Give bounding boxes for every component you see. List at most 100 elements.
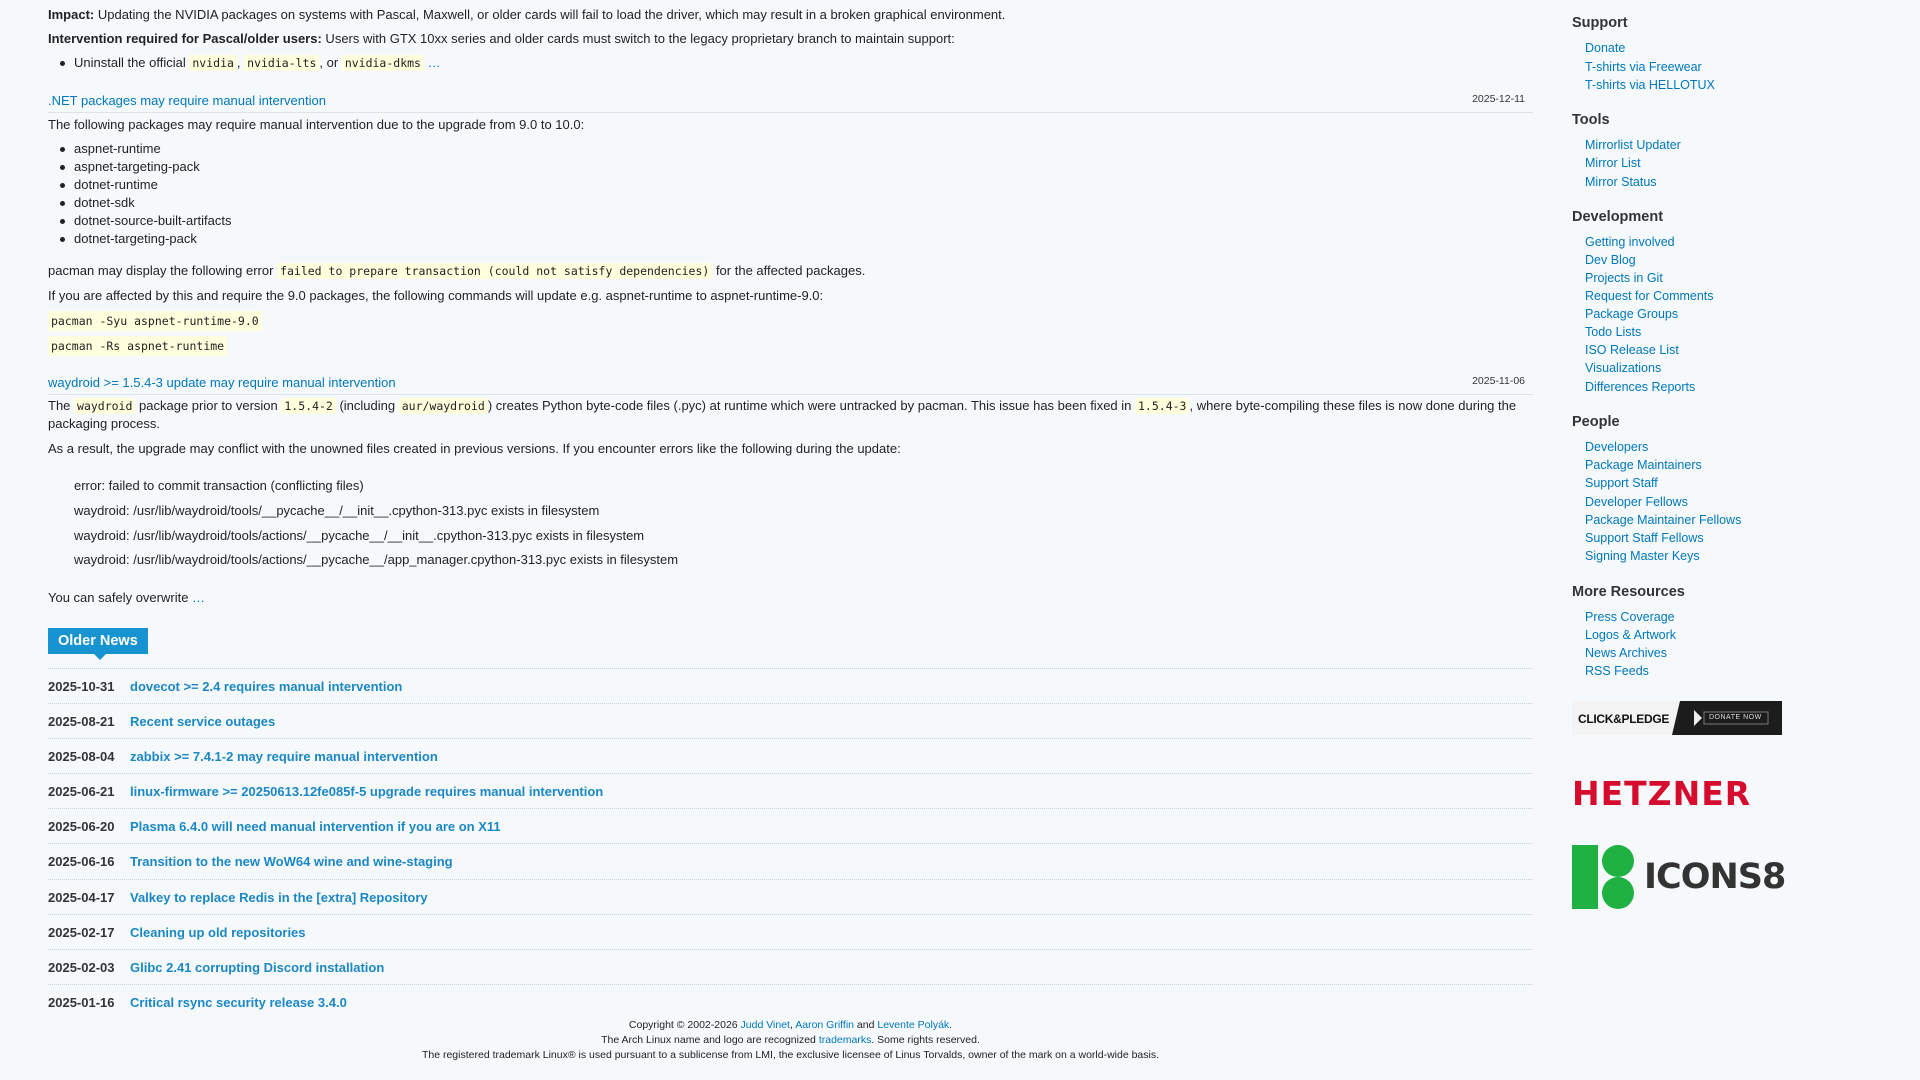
sidebar-heading-more-resources: More Resources [1572,584,1685,600]
sidebar-link[interactable]: T-shirts via HELLOTUX [1585,77,1715,95]
author-link[interactable]: Judd Vinet [741,1019,790,1031]
intervention-label: Intervention required for Pascal/older u… [48,31,322,46]
waydroid-para-1: The waydroid package prior to version 1.… [48,397,1533,433]
sidebar-link[interactable]: Package Groups [1585,306,1678,324]
dotnet-affected-para: If you are affected by this and require … [48,288,824,303]
news-link[interactable]: Glibc 2.41 corrupting Discord installati… [130,959,384,977]
uninstall-prefix: Uninstall the official [74,55,190,70]
sidebar-link[interactable]: RSS Feeds [1585,663,1649,681]
nvidia-uninstall-item: Uninstall the official nvidia, nvidia-lt… [60,54,441,72]
pkg-nvidia-dkms: nvidia-dkms [341,55,424,71]
impact-text: Updating the NVIDIA packages on systems … [94,7,1006,22]
news-link[interactable]: Critical rsync security release 3.4.0 [130,994,347,1012]
error-line: waydroid: /usr/lib/waydroid/tools/__pyca… [74,503,600,518]
command-2: pacman -Rs aspnet-runtime [48,336,228,357]
command-block: pacman -Rs aspnet-runtime [48,336,1533,357]
text: The Arch Linux name and logo are recogni… [601,1034,819,1046]
news-title-dotnet[interactable]: .NET packages may require manual interve… [48,92,326,110]
news-date: 2025-10-31 [48,679,115,694]
text: ) creates Python byte-code files (.pyc) … [487,398,1135,413]
trademarks-link[interactable]: trademarks [819,1034,872,1046]
text: The [48,398,75,413]
sidebar-link[interactable]: Donate [1585,40,1625,58]
pkg-nvidia: nvidia [189,55,237,71]
read-more-link[interactable]: … [424,55,441,70]
sidebar-link[interactable]: Logos & Artwork [1585,627,1676,645]
older-news-row: 2025-06-21 linux-firmware >= 20250613.12… [48,773,1533,809]
sidebar-link[interactable]: Differences Reports [1585,379,1695,397]
author-link[interactable]: Aaron Griffin [795,1019,854,1031]
news-date: 2025-06-21 [48,784,115,799]
list-item: dotnet-sdk [60,194,135,212]
older-news-row: 2025-08-21 Recent service outages [48,703,1533,739]
news-date: 2025-11-06 [1472,375,1525,387]
text: . Some rights reserved. [871,1034,980,1046]
sidebar-link[interactable]: Package Maintainers [1585,457,1702,475]
news-link[interactable]: Valkey to replace Redis in the [extra] R… [130,889,428,907]
impact-label: Impact: [48,7,95,22]
sidebar-link[interactable]: ISO Release List [1585,342,1679,360]
news-title-waydroid[interactable]: waydroid >= 1.5.4-3 update may require m… [48,374,396,392]
waydroid-para-2: As a result, the upgrade may conflict wi… [48,441,901,456]
sidebar-link[interactable]: Request for Comments [1585,288,1714,306]
news-link[interactable]: dovecot >= 2.4 requires manual intervent… [130,678,402,696]
error-line: waydroid: /usr/lib/waydroid/tools/action… [74,528,645,543]
command-1: pacman -Syu aspnet-runtime-9.0 [48,311,262,332]
sidebar-link[interactable]: Signing Master Keys [1585,548,1700,566]
text: for the affected packages. [712,263,866,278]
news-item-dotnet: .NET packages may require manual interve… [48,92,1533,113]
sidebar-link[interactable]: Visualizations [1585,360,1661,378]
news-link[interactable]: Cleaning up old repositories [130,924,306,942]
sidebar-link[interactable]: Dev Blog [1585,252,1636,270]
sidebar-heading-support: Support [1572,15,1628,31]
sidebar-link[interactable]: Mirror Status [1585,174,1657,192]
sidebar-heading-people: People [1572,414,1620,430]
sidebar-link[interactable]: Press Coverage [1585,609,1675,627]
sidebar-link[interactable]: Developer Fellows [1585,494,1688,512]
sidebar-link[interactable]: Todo Lists [1585,324,1641,342]
sidebar-link[interactable]: News Archives [1585,645,1667,663]
older-news-row: 2025-01-16 Critical rsync security relea… [48,984,1533,1020]
sidebar-link[interactable]: Mirror List [1585,155,1641,173]
news-link[interactable]: Recent service outages [130,713,275,731]
code: 1.5.4-2 [281,398,336,414]
news-date: 2025-04-17 [48,890,115,905]
news-link[interactable]: linux-firmware >= 20250613.12fe085f-5 up… [130,783,603,801]
sidebar-link[interactable]: Projects in Git [1585,270,1663,288]
footer-linux-trademark: The registered trademark Linux® is used … [421,1049,1160,1061]
list-item: dotnet-source-built-artifacts [60,212,232,230]
older-news-row: 2025-06-20 Plasma 6.4.0 will need manual… [48,808,1533,844]
sidebar-link[interactable]: Developers [1585,439,1648,457]
nvidia-intervention: Intervention required for Pascal/older u… [48,30,1533,48]
sidebar-link[interactable]: Support Staff [1585,475,1658,493]
news-date: 2025-06-20 [48,819,115,834]
news-link[interactable]: zabbix >= 7.4.1-2 may require manual int… [130,748,438,766]
sidebar-link[interactable]: Support Staff Fellows [1585,530,1704,548]
sidebar-link[interactable]: Package Maintainer Fellows [1585,512,1741,530]
news-link[interactable]: Transition to the new WoW64 wine and win… [130,853,453,871]
news-date: 2025-01-16 [48,995,115,1010]
clickpledge-sponsor-logo[interactable]: CLICK&PLEDGE DONATE NOW [1572,701,1782,735]
read-more-link[interactable]: … [192,590,205,605]
code: waydroid [74,398,136,414]
sidebar-link[interactable]: Getting involved [1585,234,1675,252]
text: (including [335,398,399,413]
footer-trademark: The Arch Linux name and logo are recogni… [48,1033,1533,1048]
author-link[interactable]: Levente Polyák [877,1019,949,1031]
intervention-text: Users with GTX 10xx series and older car… [321,31,955,46]
sidebar-link[interactable]: Mirrorlist Updater [1585,137,1681,155]
news-date: 2025-12-11 [1472,93,1525,105]
older-news-row: 2025-02-17 Cleaning up old repositories [48,914,1533,950]
icons8-logo-icon [1572,845,1634,909]
code: aur/waydroid [398,398,488,414]
command-block: pacman -Syu aspnet-runtime-9.0 [48,311,1533,332]
hetzner-text: HETZNER [1572,774,1752,813]
pkg-nvidia-lts: nvidia-lts [244,55,320,71]
text: package prior to version [135,398,282,413]
news-link[interactable]: Plasma 6.4.0 will need manual interventi… [130,818,501,836]
hetzner-sponsor-logo[interactable]: HETZNER [1572,774,1772,814]
sidebar-link[interactable]: T-shirts via Freewear [1585,59,1702,77]
text: . [949,1019,953,1031]
icons8-sponsor-logo[interactable]: ICONS8 [1572,843,1786,911]
older-news-row: 2025-08-04 zabbix >= 7.4.1-2 may require… [48,738,1533,774]
